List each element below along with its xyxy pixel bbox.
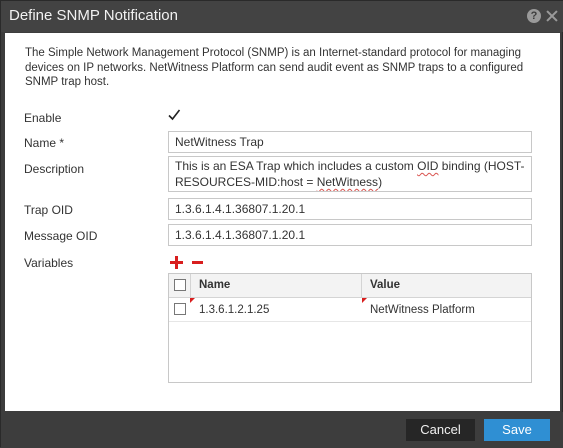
message-oid-input[interactable]: 1.3.6.1.4.1.36807.1.20.1 — [168, 224, 532, 246]
description-spell-2: NetWitness — [316, 175, 379, 189]
variables-label: Variables — [24, 256, 74, 270]
trap-oid-input[interactable]: 1.3.6.1.4.1.36807.1.20.1 — [168, 198, 532, 220]
trap-oid-label: Trap OID — [24, 203, 73, 217]
remove-variable-icon[interactable] — [192, 256, 203, 269]
table-header: Name Value — [169, 274, 531, 298]
name-input[interactable]: NetWitness Trap — [168, 131, 532, 153]
column-divider — [190, 274, 191, 298]
column-header-name[interactable]: Name — [199, 279, 230, 291]
description-label: Description — [24, 162, 85, 176]
message-oid-label: Message OID — [24, 229, 98, 243]
close-icon[interactable] — [546, 10, 558, 22]
snmp-notification-dialog: Define SNMP Notification ? The Simple Ne… — [0, 0, 563, 448]
edited-marker-icon — [362, 298, 367, 303]
dialog-body: The Simple Network Management Protocol (… — [5, 33, 560, 411]
description-spell-1: OID — [417, 159, 439, 173]
enable-checkbox[interactable] — [167, 108, 181, 122]
description-text-3: ) — [378, 175, 383, 189]
variables-toolbar — [170, 255, 203, 269]
row-name-cell[interactable]: 1.3.6.1.2.1.25 — [199, 304, 269, 316]
dialog-footer: Cancel Save — [1, 412, 563, 448]
column-divider — [361, 274, 362, 298]
checkmark-icon — [168, 109, 181, 121]
intro-text: The Simple Network Management Protocol (… — [25, 47, 524, 88]
save-button[interactable]: Save — [484, 419, 550, 441]
edited-marker-icon — [190, 298, 195, 303]
description-textarea[interactable]: This is an ESA Trap which includes a cus… — [168, 156, 532, 192]
description-text-1: This is an ESA Trap which includes a cus… — [175, 159, 418, 173]
table-row[interactable]: 1.3.6.1.2.1.25 NetWitness Platform — [169, 298, 531, 322]
enable-label: Enable — [24, 111, 62, 125]
cancel-button[interactable]: Cancel — [406, 419, 475, 441]
row-value-cell[interactable]: NetWitness Platform — [370, 304, 475, 316]
name-label: Name * — [24, 136, 65, 150]
add-variable-icon[interactable] — [170, 255, 183, 269]
variables-table: Name Value 1.3.6.1.2.1.25 NetWitness Pla… — [168, 273, 532, 383]
title-icons: ? — [527, 8, 558, 24]
row-checkbox[interactable] — [174, 303, 186, 315]
help-icon[interactable]: ? — [527, 9, 541, 23]
dialog-title: Define SNMP Notification — [9, 7, 178, 24]
dialog-title-bar: Define SNMP Notification ? — [1, 1, 563, 32]
select-all-checkbox[interactable] — [174, 279, 186, 291]
column-header-value[interactable]: Value — [370, 279, 400, 291]
